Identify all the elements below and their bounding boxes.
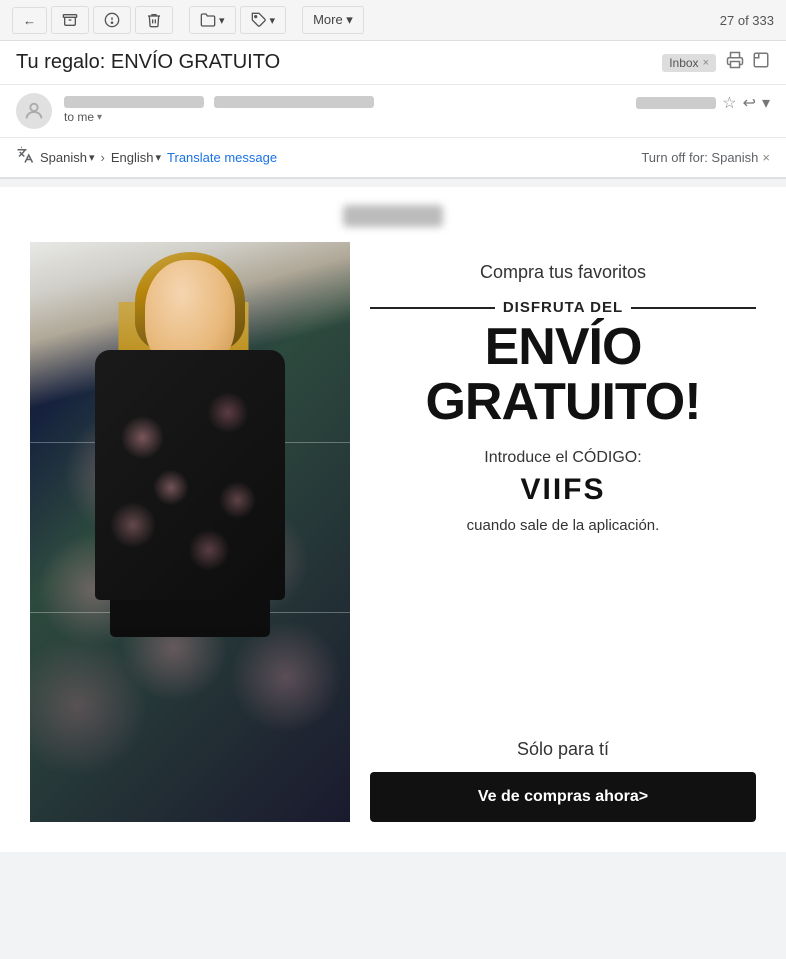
- logo-area: [0, 187, 786, 242]
- date-blurred: [636, 97, 716, 109]
- code-intro: Introduce el CÓDIGO:: [370, 449, 756, 467]
- disfruta-line-right: [631, 307, 756, 309]
- to-me-dropdown[interactable]: ▾: [97, 112, 102, 123]
- turn-off-label: Turn off for: Spanish: [641, 150, 758, 165]
- more-actions-icon[interactable]: ▾: [762, 93, 770, 113]
- to-me-text: to me: [64, 110, 94, 124]
- to-me-label: to me ▾: [64, 110, 624, 124]
- disfruta-row: DISFRUTA DEL: [370, 299, 756, 316]
- heading-line1: ENVÍO: [485, 318, 642, 376]
- print-icon[interactable]: [726, 51, 744, 74]
- sender-email-blurred: [214, 96, 374, 108]
- tag-button[interactable]: ▾: [240, 6, 287, 34]
- source-language[interactable]: Spanish ▾: [40, 150, 95, 165]
- counter: 27 of 333: [720, 13, 774, 28]
- back-button[interactable]: ←: [12, 7, 47, 34]
- sender-avatar: [16, 93, 52, 129]
- delete-button[interactable]: [135, 6, 173, 34]
- archive-button[interactable]: [51, 6, 89, 34]
- source-lang-label: Spanish: [40, 150, 87, 165]
- toolbar: ← ▾ ▾ More ▾ 27 of 333: [0, 0, 786, 41]
- target-lang-label: English: [111, 150, 154, 165]
- disfruta-text: DISFRUTA DEL: [503, 299, 623, 316]
- translate-icon: [16, 146, 34, 169]
- code-desc: cuando sale de la aplicación.: [370, 517, 756, 534]
- solo-para-ti: Sólo para tí: [370, 739, 756, 760]
- translate-direction-arrow: ›: [101, 150, 105, 165]
- source-lang-arrow: ▾: [89, 151, 95, 164]
- promo-text-area: Compra tus favoritos DISFRUTA DEL ENVÍO …: [370, 242, 756, 822]
- sender-row: to me ▾ ☆ ↩ ▾: [0, 85, 786, 138]
- subject-icons: [726, 51, 770, 74]
- folder-button[interactable]: ▾: [189, 6, 236, 34]
- turn-off-translation: Turn off for: Spanish ×: [641, 150, 770, 165]
- fashion-image: [30, 242, 350, 822]
- subject-bar: Tu regalo: ENVÍO GRATUITO Inbox ×: [0, 41, 786, 85]
- promo-code: VIIFS: [370, 473, 756, 507]
- translate-message-link[interactable]: Translate message: [167, 150, 277, 165]
- translate-bar: Spanish ▾ › English ▾ Translate message …: [0, 138, 786, 178]
- person-jacket: [95, 350, 285, 600]
- inbox-remove-button[interactable]: ×: [703, 57, 709, 69]
- tagline: Compra tus favoritos: [370, 262, 756, 283]
- star-icon[interactable]: ☆: [722, 93, 736, 113]
- more-button[interactable]: More ▾: [302, 6, 364, 34]
- target-language[interactable]: English ▾: [111, 150, 161, 165]
- sender-actions: ☆ ↩ ▾: [636, 93, 770, 113]
- target-lang-arrow: ▾: [156, 151, 162, 164]
- inbox-badge: Inbox ×: [662, 54, 716, 72]
- popout-icon[interactable]: [752, 51, 770, 74]
- disfruta-line-left: [370, 307, 495, 309]
- report-button[interactable]: [93, 6, 131, 34]
- heading-line2: GRATUITO!: [425, 373, 700, 431]
- email-header: Tu regalo: ENVÍO GRATUITO Inbox ×: [0, 41, 786, 179]
- email-body: Compra tus favoritos DISFRUTA DEL ENVÍO …: [0, 187, 786, 852]
- cta-button[interactable]: Ve de compras ahora>: [370, 772, 756, 822]
- sender-name-blurred: [64, 96, 204, 108]
- sender-name: [64, 93, 624, 108]
- reply-icon[interactable]: ↩: [743, 93, 756, 113]
- sender-info: to me ▾: [64, 93, 624, 124]
- turn-off-close-button[interactable]: ×: [762, 150, 770, 165]
- subject-text: Tu regalo: ENVÍO GRATUITO: [16, 51, 652, 74]
- brand-logo: [343, 205, 443, 227]
- email-content: Compra tus favoritos DISFRUTA DEL ENVÍO …: [0, 242, 786, 852]
- inbox-label: Inbox: [669, 56, 698, 70]
- main-heading: ENVÍO GRATUITO!: [370, 320, 756, 429]
- fashion-image-area: [30, 242, 350, 822]
